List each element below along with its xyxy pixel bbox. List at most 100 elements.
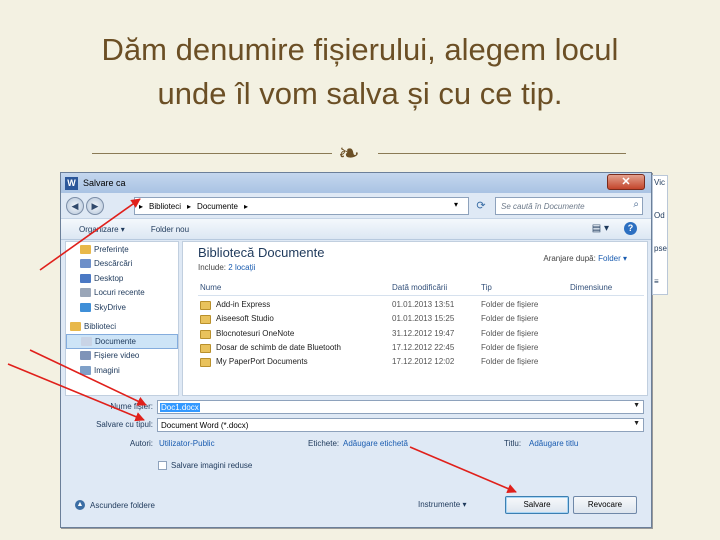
dialog-title: Salvare ca	[83, 178, 126, 188]
breadcrumb-biblioteci[interactable]: Biblioteci	[149, 202, 181, 211]
sidebar-item-label: SkyDrive	[94, 302, 127, 312]
file-row[interactable]: Add-in Express 01.01.2013 13:51 Folder de …	[198, 299, 644, 313]
dialog-titlebar[interactable]: W Salvare ca ✕	[61, 173, 651, 193]
background-window-text: Vic	[654, 178, 665, 187]
folder-icon	[80, 259, 91, 269]
file-date: 31.12.2012 19:47	[392, 328, 455, 338]
background-window-text: ≡	[654, 277, 659, 286]
arrange-by-dropdown[interactable]: Folder ▾	[598, 254, 627, 263]
file-row[interactable]: Blocnotesuri OneNote 31.12.2012 19:47 Fold…	[198, 328, 644, 342]
thumbnail-checkbox[interactable]	[158, 461, 167, 470]
authors-label: Autori:	[129, 439, 153, 448]
file-name: Blocnotesuri OneNote	[216, 328, 295, 338]
file-type: Folder de fișiere	[481, 300, 539, 309]
sidebar-item[interactable]: Locuri recente	[66, 286, 178, 301]
slide-title-line-1: Dăm denumire fișierului, alegem locul	[101, 32, 619, 67]
sidebar-item[interactable]: Documente	[66, 334, 178, 349]
tools-dropdown[interactable]: Instrumente ▾	[418, 500, 466, 509]
word-icon: W	[65, 176, 78, 190]
thumbnail-label: Salvare imagini reduse	[171, 461, 253, 470]
save-button[interactable]: Salvare	[505, 496, 569, 514]
folder-icon	[200, 301, 211, 310]
breadcrumb-separator-icon: ▸	[187, 201, 192, 211]
hide-folders-toggle[interactable]: ▲ Ascundere foldere	[75, 500, 155, 510]
background-window-edge: Vic Od pse ≡	[652, 175, 668, 295]
file-row[interactable]: My PaperPort Documents 17.12.2012 12:02 Fo…	[198, 356, 644, 370]
file-type: Folder de fișiere	[481, 342, 539, 352]
forward-button[interactable]: ▶	[86, 197, 104, 215]
address-row: ◀ ▶ ▸ Biblioteci ▸ Documente ▸ ▾ ⟳ Se ca…	[61, 195, 651, 217]
filetype-select[interactable]: Document Word (*.docx) ▼	[157, 418, 644, 432]
filetype-dropdown-icon[interactable]: ▼	[633, 420, 640, 427]
sidebar-item-label: Preferințe	[94, 244, 129, 254]
breadcrumb-documente[interactable]: Documente	[197, 202, 238, 211]
background-window-text: Od	[654, 211, 665, 220]
organize-button[interactable]: Organizare ▾	[79, 225, 125, 234]
chevron-up-icon: ▲	[75, 500, 85, 510]
sidebar-item[interactable]: Biblioteci	[66, 320, 178, 335]
decorative-line-left	[92, 153, 332, 154]
navigation-pane: Preferințe Descărcări Desktop Locuri recent…	[65, 241, 179, 396]
hide-folders-label: Ascundere foldere	[90, 500, 155, 510]
folder-icon	[200, 329, 211, 339]
new-folder-button[interactable]: Folder nou	[151, 225, 189, 234]
folder-icon	[80, 273, 91, 283]
back-button[interactable]: ◀	[66, 197, 84, 215]
search-input[interactable]: Se caută în Documente ⌕	[495, 197, 643, 215]
filetype-label: Salvare cu tipul:	[96, 420, 153, 429]
file-date: 01.01.2013 15:25	[392, 314, 455, 324]
address-dropdown-icon[interactable]: ▾	[454, 200, 458, 209]
file-row[interactable]: Aiseesoft Studio 01.01.2013 15:25 Folder d…	[198, 313, 644, 327]
address-bar[interactable]: ▸ Biblioteci ▸ Documente ▸ ▾	[134, 197, 469, 215]
sidebar-item[interactable]: SkyDrive	[66, 300, 178, 315]
file-date: 17.12.2012 22:45	[392, 342, 455, 352]
slide-title: Dăm denumire fișierului, alegem locul un…	[0, 28, 720, 116]
filename-dropdown-icon[interactable]: ▼	[633, 402, 640, 409]
file-name: Add-in Express	[216, 300, 271, 309]
column-header-size[interactable]: Dimensiune	[570, 283, 612, 292]
filename-input[interactable]: Doc1.docx ▼	[157, 400, 644, 414]
sidebar-item[interactable]: Desktop	[66, 271, 178, 286]
folder-icon	[80, 351, 91, 361]
folder-icon	[81, 336, 92, 346]
file-date: 17.12.2012 12:02	[392, 357, 455, 367]
column-header-name[interactable]: Nume	[200, 283, 221, 292]
close-button[interactable]: ✕	[607, 174, 645, 190]
library-locations-link[interactable]: 2 locații	[228, 263, 255, 272]
sidebar-item[interactable]: Descărcări	[66, 257, 178, 272]
file-type: Folder de fișiere	[481, 357, 539, 367]
arrange-by: Aranjare după: Folder ▾	[543, 254, 627, 263]
folder-icon	[200, 343, 211, 353]
sidebar-item-label: Locuri recente	[94, 288, 145, 298]
file-date: 01.01.2013 13:51	[392, 300, 455, 309]
sidebar-item-label: Imagini	[94, 365, 120, 375]
search-placeholder: Se caută în Documente	[501, 201, 585, 211]
tags-value[interactable]: Adăugare etichetă	[343, 439, 408, 448]
tags-label: Etichete:	[308, 439, 340, 448]
background-window-text: pse	[654, 244, 667, 253]
search-icon[interactable]: ⌕	[633, 199, 639, 210]
column-header-date[interactable]: Dată modificării	[392, 283, 447, 292]
file-name: Dosar de schimb de date Bluetooth	[216, 342, 341, 352]
decorative-scroll-icon: ❧	[338, 138, 360, 168]
authors-value[interactable]: Utilizator-Public	[159, 439, 215, 448]
column-header-type[interactable]: Tip	[481, 283, 492, 292]
refresh-icon[interactable]: ⟳	[473, 198, 489, 214]
slide-title-line-2: unde îl vom salva și cu ce tip.	[157, 76, 563, 111]
sidebar-item[interactable]: Imagini	[66, 363, 178, 378]
sidebar-item-label: Biblioteci	[84, 322, 117, 332]
sidebar-item[interactable]: Preferințe	[66, 242, 178, 257]
breadcrumb-separator-icon: ▸	[139, 201, 144, 211]
file-list-pane: Bibliotecă Documente Include: 2 locații …	[182, 241, 648, 396]
cancel-button[interactable]: Revocare	[573, 496, 637, 514]
sidebar-item-label: Desktop	[94, 273, 124, 283]
view-options-icon[interactable]: ▤ ▾	[592, 223, 609, 234]
sidebar-item[interactable]: Fișiere video	[66, 349, 178, 364]
title-value[interactable]: Adăugare titlu	[529, 439, 578, 448]
filename-value: Doc1.docx	[160, 402, 200, 412]
decorative-line-right	[378, 153, 626, 154]
filename-label: Nume fișier:	[110, 402, 153, 411]
help-icon[interactable]: ?	[624, 222, 637, 235]
library-includes: Include: 2 locații	[198, 263, 256, 272]
file-row[interactable]: Dosar de schimb de date Bluetooth 17.12.2…	[198, 342, 644, 356]
